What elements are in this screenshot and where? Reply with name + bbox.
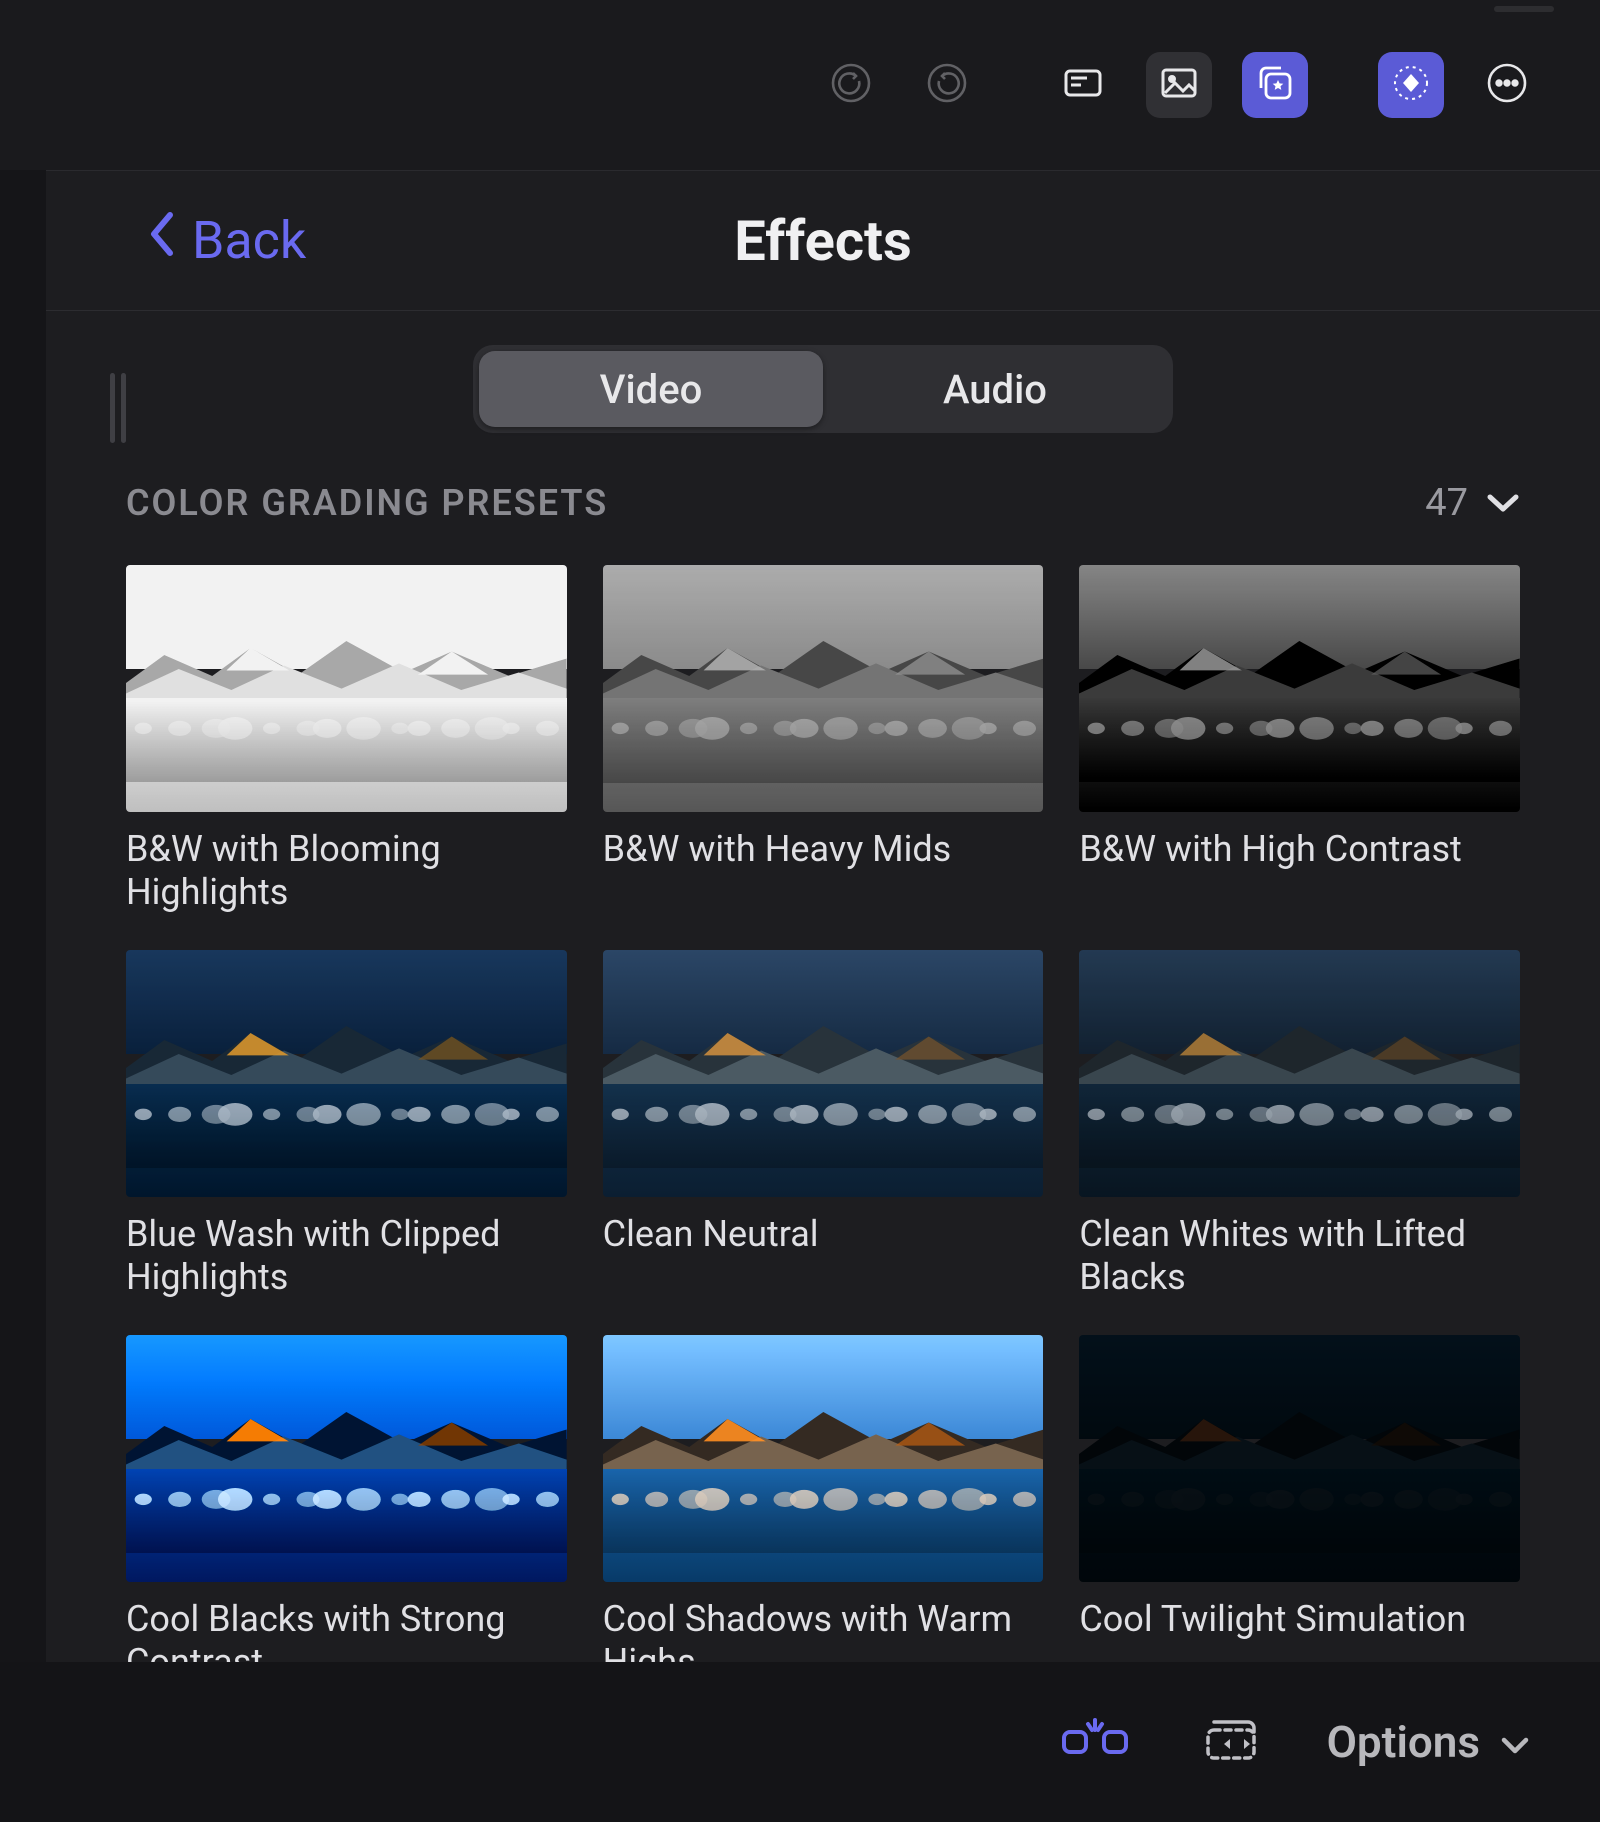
captions-icon xyxy=(1061,61,1105,109)
section-label: Color Grading Presets xyxy=(126,482,608,524)
trim-icon xyxy=(1196,1712,1266,1772)
preset-thumbnail xyxy=(603,1335,1044,1582)
preset-label: B&W with High Contrast xyxy=(1079,828,1520,914)
preset-label: Cool Shadows with Warm Highs xyxy=(603,1598,1044,1662)
media-button[interactable] xyxy=(1146,52,1212,118)
preset-label: B&W with Blooming Highlights xyxy=(126,828,567,914)
redo-icon xyxy=(925,61,969,109)
preset-label: B&W with Heavy Mids xyxy=(603,828,1044,914)
panel-title: Effects xyxy=(734,208,912,274)
preset-thumbnail xyxy=(1079,1335,1520,1582)
effects-panel: Back Effects Video Audio Color Grading P… xyxy=(46,170,1600,1662)
preset-grid: B&W with Blooming Highlights B&W with He… xyxy=(46,545,1600,1662)
redo-button[interactable] xyxy=(914,52,980,118)
keyframe-button[interactable] xyxy=(1378,52,1444,118)
preset-item[interactable]: Cool Shadows with Warm Highs xyxy=(603,1335,1044,1662)
undo-icon xyxy=(829,61,873,109)
more-button[interactable] xyxy=(1474,52,1540,118)
preset-label: Clean Whites with Lifted Blacks xyxy=(1079,1213,1520,1299)
preset-item[interactable]: B&W with High Contrast xyxy=(1079,565,1520,914)
cropped-ui-hint xyxy=(1494,6,1554,12)
chevron-down-icon xyxy=(1486,481,1520,525)
section-collapse-toggle[interactable]: 47 xyxy=(1425,481,1520,525)
top-toolbar xyxy=(0,0,1600,170)
bottom-toolbar: Options xyxy=(0,1662,1600,1822)
preset-thumbnail xyxy=(1079,565,1520,812)
preset-item[interactable]: Clean Whites with Lifted Blacks xyxy=(1079,950,1520,1299)
preset-label: Cool Twilight Simulation xyxy=(1079,1598,1520,1662)
more-icon xyxy=(1485,61,1529,109)
preset-item[interactable]: B&W with Heavy Mids xyxy=(603,565,1044,914)
undo-button[interactable] xyxy=(818,52,884,118)
effects-button[interactable] xyxy=(1242,52,1308,118)
back-label: Back xyxy=(192,210,306,271)
snap-button[interactable] xyxy=(1055,1702,1135,1782)
captions-button[interactable] xyxy=(1050,52,1116,118)
effects-type-segmented: Video Audio xyxy=(473,345,1173,433)
options-button[interactable]: Options xyxy=(1327,1716,1530,1768)
favorites-icon xyxy=(1253,61,1297,109)
panel-header: Back Effects xyxy=(46,171,1600,311)
tab-video[interactable]: Video xyxy=(479,351,823,427)
preset-item[interactable]: Cool Twilight Simulation xyxy=(1079,1335,1520,1662)
section-count: 47 xyxy=(1425,481,1468,525)
tab-audio[interactable]: Audio xyxy=(823,351,1167,427)
keyframe-icon xyxy=(1389,61,1433,109)
preset-label: Clean Neutral xyxy=(603,1213,1044,1299)
preset-thumbnail xyxy=(126,565,567,812)
image-icon xyxy=(1157,61,1201,109)
preset-thumbnail xyxy=(126,1335,567,1582)
preset-item[interactable]: Cool Blacks with Strong Contrast xyxy=(126,1335,567,1662)
preset-label: Cool Blacks with Strong Contrast xyxy=(126,1598,567,1662)
preset-item[interactable]: Clean Neutral xyxy=(603,950,1044,1299)
preset-thumbnail xyxy=(126,950,567,1197)
drag-handle[interactable] xyxy=(110,373,130,443)
preset-item[interactable]: B&W with Blooming Highlights xyxy=(126,565,567,914)
trim-button[interactable] xyxy=(1191,1702,1271,1782)
chevron-down-icon xyxy=(1500,1716,1530,1768)
section-header: Color Grading Presets 47 xyxy=(46,433,1600,545)
snap-icon xyxy=(1060,1712,1130,1772)
preset-thumbnail xyxy=(603,565,1044,812)
preset-label: Blue Wash with Clipped Highlights xyxy=(126,1213,567,1299)
chevron-left-icon xyxy=(146,209,178,272)
back-button[interactable]: Back xyxy=(146,209,306,272)
preset-item[interactable]: Blue Wash with Clipped Highlights xyxy=(126,950,567,1299)
preset-thumbnail xyxy=(603,950,1044,1197)
preset-thumbnail xyxy=(1079,950,1520,1197)
options-label: Options xyxy=(1327,1716,1480,1768)
